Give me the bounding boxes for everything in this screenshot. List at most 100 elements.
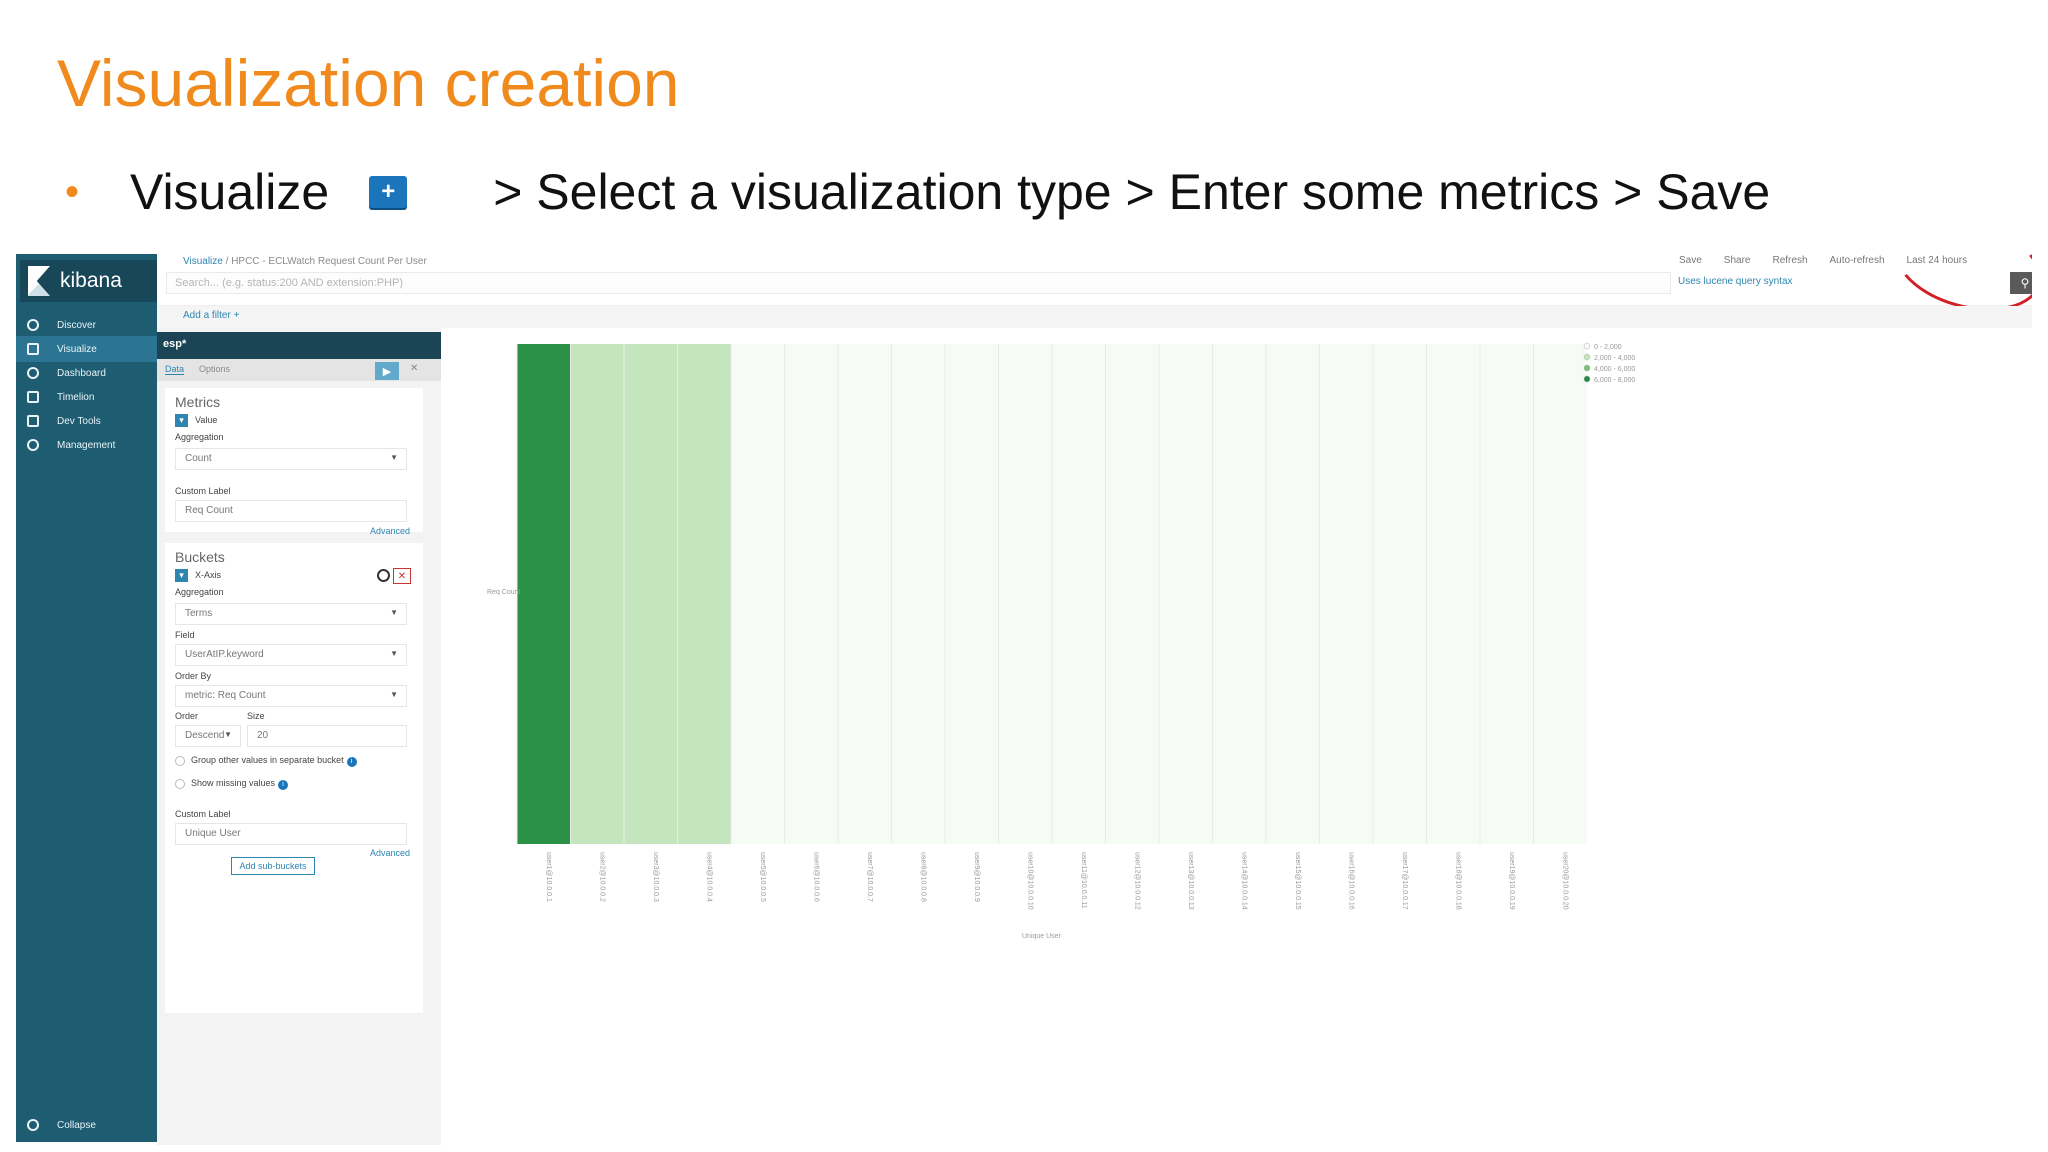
heatmap-cell[interactable] [517,344,571,844]
play-icon: ▶ [382,365,392,378]
metric-toggle[interactable]: ▾ [175,414,188,427]
bucket-toggle[interactable]: ▾ [175,569,188,582]
tab-data[interactable]: Data [165,364,185,375]
bucket-order-select[interactable]: Descend ▼ [175,725,241,747]
heatmap-cell[interactable] [838,344,892,844]
heatmap-cell[interactable] [1052,344,1106,844]
heatmap-cell[interactable] [1480,344,1534,844]
bucket-field-select[interactable]: UserAtIP.keyword ▼ [175,644,407,666]
x-tick-label: user12@10.0.0.12 [1133,852,1140,910]
show-missing-label: Show missing values i [191,778,289,790]
legend-swatch[interactable] [1583,375,1591,383]
bucket-order-by-select[interactable]: metric: Req Count ▼ [175,685,407,707]
x-tick-label: user14@10.0.0.14 [1240,852,1247,910]
heatmap-cell[interactable] [945,344,999,844]
metric-aggregation-select[interactable]: Count ▼ [175,448,407,470]
bucket-order-by-label: Order By [175,671,212,681]
chart-area: user1@10.0.0.1 user2@10.0.0.2 user3@10.0.0… [441,328,2032,1145]
bucket-field-label: Field [175,630,195,640]
nav-item-visualize[interactable]: Visualize [16,336,157,362]
heatmap-cell[interactable] [1426,344,1481,844]
bucket-advanced-link[interactable]: Advanced [370,848,410,858]
heatmap-cell[interactable] [1105,344,1160,844]
bucket-custom-label-label: Custom Label [175,809,231,819]
eye-icon[interactable] [377,569,390,582]
close-icon: ✕ [397,570,407,582]
metric-advanced-link[interactable]: Advanced [370,526,410,536]
x-tick-label: user15@10.0.0.15 [1294,852,1301,910]
legend-label: 6,000 - 8,000 [1594,377,1635,384]
bucket-order-value: Descend [185,730,225,741]
remove-bucket-button[interactable]: ✕ [393,568,411,584]
show-missing-checkbox[interactable] [175,779,185,789]
search-input[interactable]: Search... (e.g. status:200 AND extension… [166,272,1671,294]
heatmap-cell[interactable] [570,344,625,844]
heatmap-cell[interactable] [1159,344,1213,844]
refresh-button[interactable]: Refresh [1772,255,1807,266]
heatmap-cell[interactable] [731,344,785,844]
heatmap-cell[interactable] [1533,344,1588,844]
visualization-editor: esp* Data Options ▶ ✕ Metrics ▾ Value Ag… [157,328,441,1145]
legend-label: 4,000 - 6,000 [1594,366,1635,373]
x-tick-label: user3@10.0.0.3 [652,852,659,902]
slide-title: Visualization creation [57,46,680,120]
breadcrumb-visualize-link[interactable]: Visualize [183,256,223,267]
legend-swatch[interactable] [1583,353,1591,361]
instruction-bullet: • Visualize + > Select a visualization t… [65,160,1965,224]
heatmap-cell[interactable] [1212,344,1267,844]
buckets-title: Buckets [175,549,225,565]
add-filter-button[interactable]: Add a filter + [183,310,239,321]
chevron-down-icon: ▼ [390,453,398,462]
bar-chart-icon [27,343,39,355]
heatmap-cell[interactable] [784,344,839,844]
bucket-custom-label-input[interactable]: Unique User [175,823,407,845]
metrics-panel: Metrics ▾ Value Aggregation Count ▼ Cust… [165,388,423,536]
wrench-icon [27,415,39,427]
heatmap-cell[interactable] [1373,344,1427,844]
bucket-aggregation-select[interactable]: Terms ▼ [175,603,407,625]
breadcrumb-separator: / [225,256,229,267]
bucket-field-value: UserAtIP.keyword [185,649,264,660]
nav-item-timelion[interactable]: Timelion [16,384,157,410]
heatmap-chart: user1@10.0.0.1 user2@10.0.0.2 user3@10.0.0… [487,342,1635,940]
discard-changes-button[interactable]: ✕ [410,363,418,374]
bullet-visualize-text: Visualize [130,164,330,220]
x-tick-label: user20@10.0.0.20 [1561,852,1568,910]
nav-item-management[interactable]: Management [16,432,157,458]
heatmap-cell[interactable] [1266,344,1320,844]
add-sub-buckets-button[interactable]: Add sub-buckets [231,857,315,875]
heatmap-cell[interactable] [1319,344,1374,844]
group-other-checkbox[interactable] [175,756,185,766]
kibana-logo[interactable]: kibana [20,260,157,302]
tab-options[interactable]: Options [199,364,230,374]
apply-changes-button[interactable]: ▶ [375,362,399,380]
heatmap-cell[interactable] [891,344,946,844]
group-other-text: Group other values in separate bucket [191,755,344,765]
metrics-title: Metrics [175,394,221,410]
heatmap-cell[interactable] [624,344,678,844]
x-tick-label: user8@10.0.0.8 [919,852,926,902]
save-button[interactable]: Save [1679,255,1702,266]
x-tick-label: user4@10.0.0.4 [705,852,712,902]
nav-item-discover[interactable]: Discover [16,312,157,338]
heatmap-cell[interactable] [677,344,732,844]
share-button[interactable]: Share [1724,255,1751,266]
legend-swatch[interactable] [1583,364,1591,372]
filter-bar: Add a filter + [157,306,2032,328]
auto-refresh-button[interactable]: Auto-refresh [1830,255,1885,266]
x-tick-label: user18@10.0.0.18 [1454,852,1461,910]
breadcrumb-current: HPCC - ECLWatch Request Count Per User [231,256,427,267]
legend-swatch[interactable] [1583,342,1591,350]
collapse-button[interactable]: Collapse [16,1114,157,1136]
chevron-down-icon: ▼ [224,730,232,739]
x-tick-label: user6@10.0.0.6 [812,852,819,902]
x-tick-label: user2@10.0.0.2 [598,852,605,902]
metric-custom-label-input[interactable]: Req Count [175,500,407,522]
bucket-size-input[interactable]: 20 [247,725,407,747]
nav-item-dashboard[interactable]: Dashboard [16,360,157,386]
nav-item-dev-tools[interactable]: Dev Tools [16,408,157,434]
plus-icon: + [369,176,408,208]
chevron-down-icon: ▼ [390,690,398,699]
heatmap-cell[interactable] [998,344,1053,844]
lucene-syntax-link[interactable]: Uses lucene query syntax [1678,276,1793,287]
